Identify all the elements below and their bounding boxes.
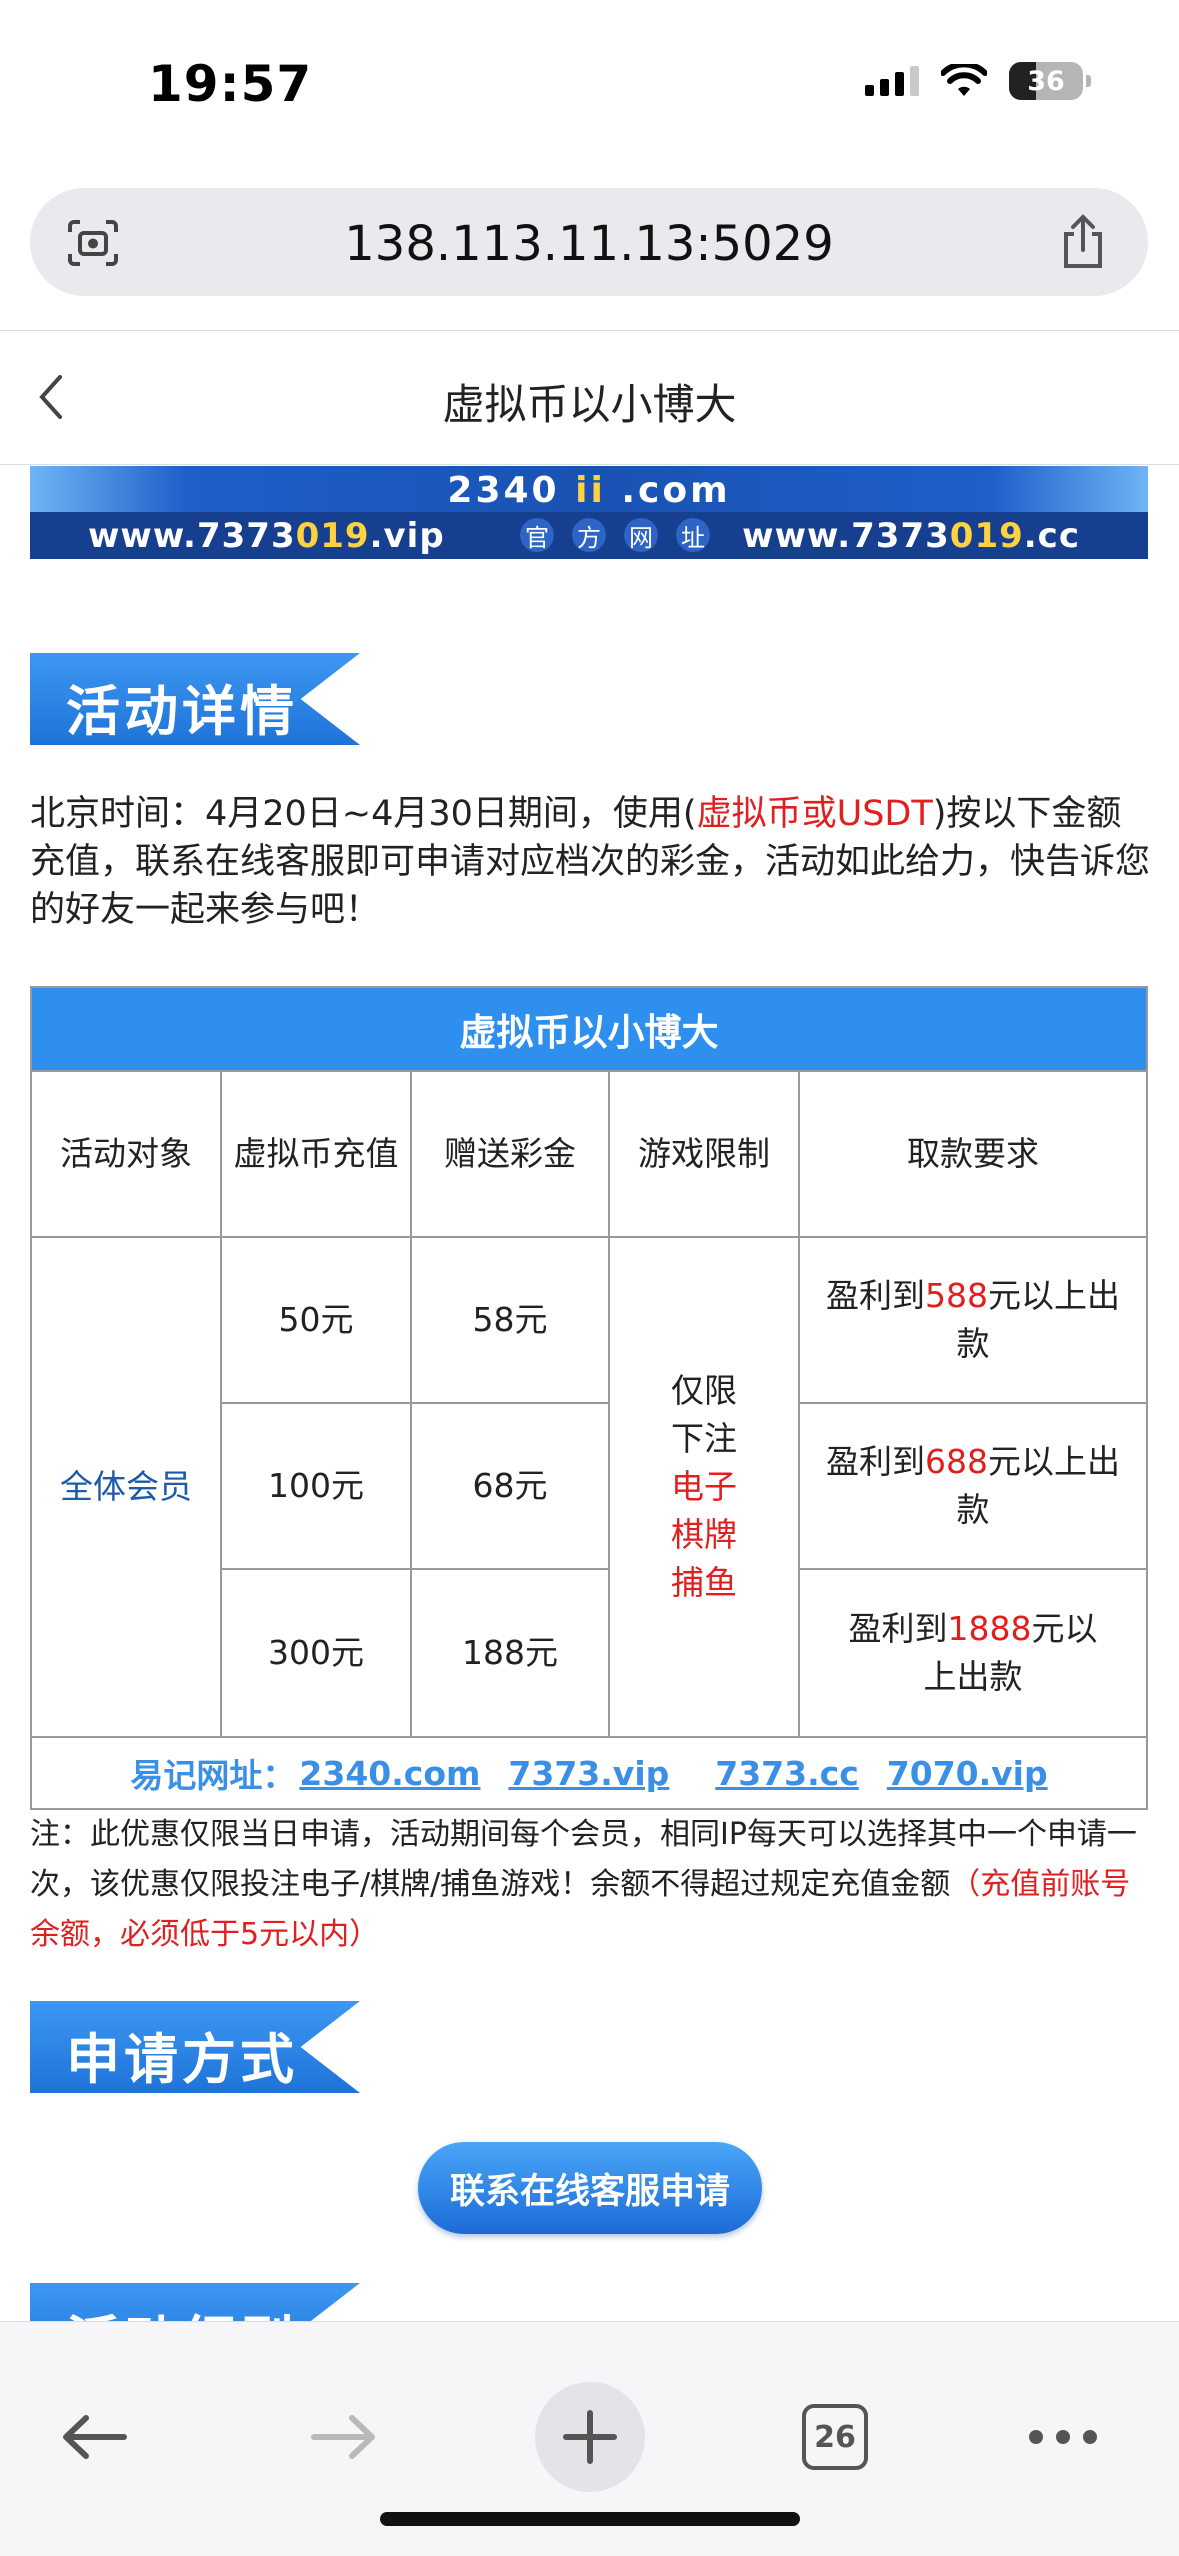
battery-percent: 36 [1027, 65, 1065, 97]
table-cell-requirement: 盈利到588元以上出款 [800, 1238, 1146, 1404]
new-tab-button[interactable] [535, 2382, 645, 2492]
table-header: 赠送彩金 [412, 1072, 610, 1238]
arrow-right-icon [311, 2415, 375, 2459]
notice-text: 注：此优惠仅限当日申请，活动期间每个会员，相同IP每天可以选择其中一个申请一次，… [30, 1817, 1137, 1952]
link-7070-vip[interactable]: 7070.vip [887, 1754, 1048, 1793]
table-header: 游戏限制 [610, 1072, 800, 1238]
wifi-icon [941, 64, 987, 96]
table-cell-deposit: 300元 [222, 1570, 412, 1736]
section-heading-details: 活动详情 [30, 653, 377, 745]
address-bar[interactable]: 138.113.11.13:5029 [30, 188, 1148, 296]
tabs-count: 26 [802, 2404, 868, 2470]
table-cell-requirement: 盈利到688元以上出款 [800, 1404, 1146, 1570]
cellular-signal-icon [865, 66, 919, 96]
banner-official-label: 官方网址 [520, 518, 710, 552]
table-cell-requirement: 盈利到1888元以上出款 [848, 1609, 1098, 1696]
page-header: 虚拟币以小博大 [0, 330, 1179, 465]
status-icons: 36 [865, 62, 1091, 100]
table-cell-bonus: 58元 [412, 1238, 610, 1404]
table-header: 活动对象 [32, 1072, 222, 1238]
table-cell-deposit: 100元 [222, 1404, 412, 1570]
table-header: 取款要求 [800, 1072, 1146, 1238]
link-7373-vip[interactable]: 7373.vip [508, 1754, 669, 1793]
status-time: 19:57 [148, 55, 313, 113]
banner-domain: 2340 ii .com [447, 470, 731, 511]
page-title: 虚拟币以小博大 [442, 380, 737, 429]
section-heading-rules: 活动细则 [30, 2283, 360, 2321]
promo-table: 虚拟币以小博大 活动对象 虚拟币充值 赠送彩金 游戏限制 取款要求 全体会员 5… [30, 986, 1148, 1810]
tabs-button[interactable]: 26 [780, 2382, 890, 2492]
promo-banner: 2340 ii .com www.7373019.vip 官方网址 www.73… [30, 466, 1148, 559]
banner-url-cc: www.7373019.cc [742, 516, 1080, 556]
banner-url-vip: www.7373019.vip [88, 516, 445, 556]
table-title: 虚拟币以小博大 [32, 988, 1146, 1072]
table-cell-bonus: 68元 [412, 1404, 610, 1570]
section-heading-apply: 申请方式 [30, 2001, 377, 2093]
table-game-limit: 仅限 下注 电子 棋牌 捕鱼 [610, 1238, 800, 1736]
back-button[interactable] [40, 2382, 150, 2492]
link-7373-cc[interactable]: 7373.cc [715, 1754, 859, 1793]
table-header: 虚拟币充值 [222, 1072, 412, 1238]
home-indicator [380, 2512, 800, 2526]
table-target: 全体会员 [32, 1238, 222, 1736]
arrow-left-icon [63, 2415, 127, 2459]
table-cell-deposit: 50元 [222, 1238, 412, 1404]
intro-text: 北京时间：4月20日~4月30日期间，使用(虚拟币或USDT)按以下金额充值，联… [30, 794, 1151, 930]
more-dots-icon [1029, 2430, 1097, 2444]
share-icon[interactable] [1058, 214, 1108, 270]
more-button[interactable] [1008, 2382, 1118, 2492]
plus-icon [563, 2410, 617, 2464]
forward-button[interactable] [288, 2382, 398, 2492]
table-footer: 易记网址： 2340.com 7373.vip 7373.cc 7070.vip [32, 1736, 1146, 1808]
battery-icon: 36 [1009, 62, 1091, 100]
status-bar: 19:57 36 [0, 0, 1179, 175]
url-text[interactable]: 138.113.11.13:5029 [30, 216, 1148, 272]
link-2340-com[interactable]: 2340.com [299, 1754, 480, 1793]
table-cell-bonus: 188元 [412, 1570, 610, 1736]
contact-support-button[interactable]: 联系在线客服申请 [418, 2142, 762, 2234]
